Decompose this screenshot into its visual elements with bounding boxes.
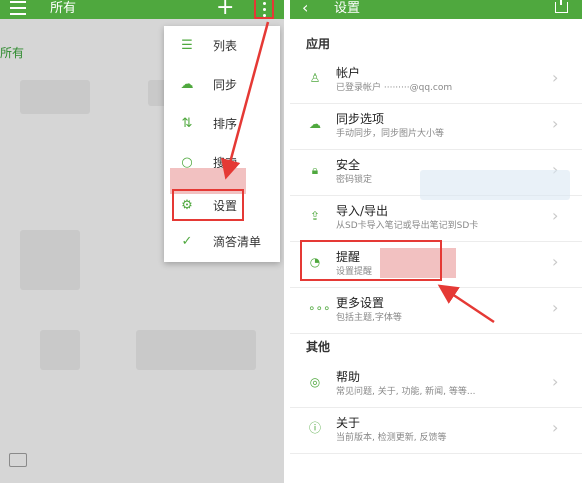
row-subtitle: 已登录帐户 ·········@qq.com xyxy=(336,83,453,93)
menu-item-sort[interactable]: ⇅ 排序 xyxy=(164,106,280,142)
blurred-watermark xyxy=(420,170,570,200)
menu-item-label: 排序 xyxy=(213,117,238,131)
left-app-bar: 所有 + xyxy=(0,0,284,19)
user-icon: ♙ xyxy=(309,71,321,85)
reminder-highlight-box xyxy=(300,240,442,281)
menu-item-list[interactable]: ☰ 列表 xyxy=(164,28,280,64)
hamburger-menu-icon[interactable] xyxy=(10,1,26,15)
right-app-bar: ‹ 设置 xyxy=(290,0,582,19)
chevron-right-icon: › xyxy=(552,252,559,271)
row-subtitle: 密码锁定 xyxy=(336,175,373,185)
chevron-right-icon: › xyxy=(552,298,559,317)
settings-row-account[interactable]: ♙ 帐户 已登录帐户 ·········@qq.com › xyxy=(290,58,582,104)
menu-item-label: 同步 xyxy=(213,78,238,92)
settings-highlight-box xyxy=(172,189,244,221)
sync-cloud-icon: ☁ xyxy=(180,77,194,92)
row-title: 同步选项 xyxy=(336,112,385,126)
chevron-right-icon: › xyxy=(552,418,559,437)
row-title: 安全 xyxy=(336,158,361,172)
help-lifebuoy-icon: ◎ xyxy=(309,375,321,389)
check-circle-icon: ✓ xyxy=(181,234,193,249)
group-label-app: 应用 xyxy=(306,37,331,51)
right-panel: ‹ 设置 应用 ♙ 帐户 已登录帐户 ·········@qq.com › ☁ … xyxy=(290,0,582,483)
chevron-right-icon: › xyxy=(552,206,559,225)
chevron-right-icon: › xyxy=(552,372,559,391)
group-label-other: 其他 xyxy=(306,340,331,354)
blurred-note xyxy=(40,330,80,370)
row-subtitle: 当前版本, 检测更新, 反馈等 xyxy=(336,433,447,443)
row-subtitle: 从SD卡导入笔记或导出笔记到SD卡 xyxy=(336,221,479,231)
overflow-dropdown-menu: ☰ 列表 ☁ 同步 ⇅ 排序 ○ 搜索 ⚙ 设置 ✓ 滴答清单 xyxy=(164,26,280,262)
chevron-right-icon: › xyxy=(552,68,559,87)
folder-section-label: 所有 xyxy=(0,46,25,60)
menu-item-sync[interactable]: ☁ 同步 xyxy=(164,67,280,103)
sort-icon: ⇅ xyxy=(181,116,193,131)
right-page-title: 设置 xyxy=(334,1,361,16)
more-options-icon[interactable] xyxy=(254,0,274,19)
import-export-icon: ⇪ xyxy=(309,209,321,223)
settings-row-import-export[interactable]: ⇪ 导入/导出 从SD卡导入笔记或导出笔记到SD卡 › xyxy=(290,196,582,242)
lock-icon: 🔒︎ xyxy=(311,163,319,177)
folder-icon[interactable] xyxy=(9,453,27,467)
row-subtitle: 常见问题, 关于, 功能, 新闻, 等等... xyxy=(336,387,476,397)
row-subtitle: 手动同步，同步图片大小等 xyxy=(336,129,445,139)
back-arrow-icon[interactable]: ‹ xyxy=(302,0,308,16)
menu-item-label: 滴答清单 xyxy=(213,235,262,249)
row-title: 更多设置 xyxy=(336,296,385,310)
settings-row-sync-options[interactable]: ☁ 同步选项 手动同步，同步图片大小等 › xyxy=(290,104,582,150)
info-icon: ⓘ xyxy=(308,421,321,435)
blurred-note xyxy=(136,330,256,370)
row-title: 帐户 xyxy=(336,66,361,80)
settings-row-more-settings[interactable]: ∘∘∘ 更多设置 包括主题,字体等 › xyxy=(290,288,582,334)
settings-row-help[interactable]: ◎ 帮助 常见问题, 关于, 功能, 新闻, 等等... › xyxy=(290,362,582,408)
add-note-icon[interactable]: + xyxy=(216,0,234,19)
row-title: 帮助 xyxy=(336,370,361,384)
chevron-right-icon: › xyxy=(552,114,559,133)
settings-row-about[interactable]: ⓘ 关于 当前版本, 检测更新, 反馈等 › xyxy=(290,408,582,454)
menu-item-ticktick[interactable]: ✓ 滴答清单 xyxy=(164,224,280,260)
left-page-title: 所有 xyxy=(50,1,77,16)
blurred-note xyxy=(20,80,90,114)
more-dots-icon: ∘∘∘ xyxy=(308,301,331,315)
list-icon: ☰ xyxy=(181,38,193,53)
menu-item-label: 列表 xyxy=(213,39,238,53)
row-title: 关于 xyxy=(336,416,361,430)
share-icon[interactable] xyxy=(555,0,568,13)
row-subtitle: 包括主题,字体等 xyxy=(336,313,402,323)
row-title: 导入/导出 xyxy=(336,204,389,218)
blurred-note xyxy=(20,230,80,290)
sync-cloud-icon: ☁ xyxy=(309,117,321,131)
